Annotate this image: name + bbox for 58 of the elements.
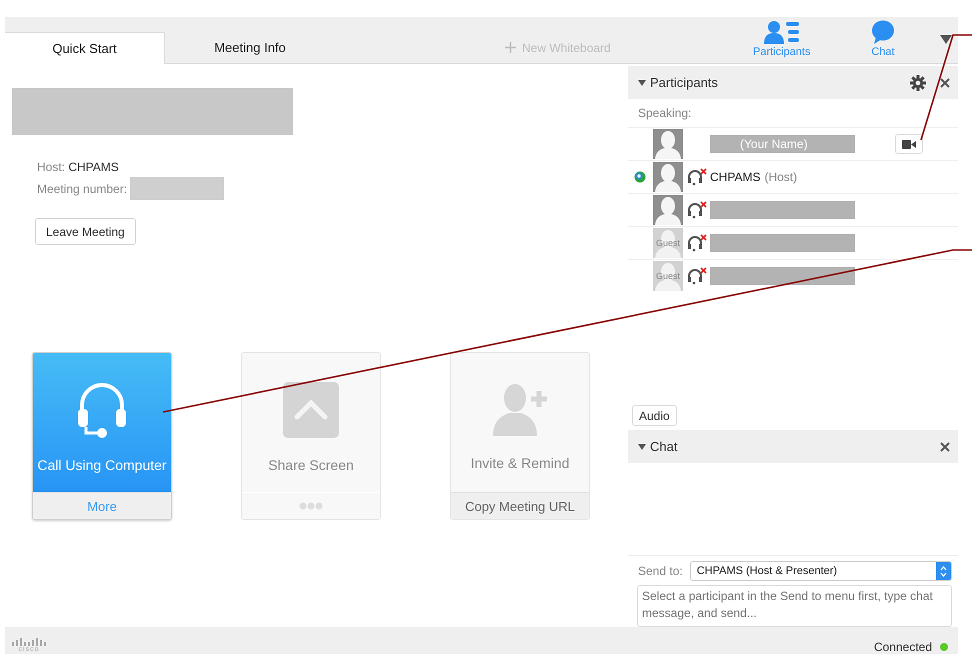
participant-row[interactable] [628, 193, 958, 226]
share-screen-icon [282, 381, 340, 439]
muted-headset-icon[interactable] [687, 234, 707, 252]
stepper-arrows-icon [940, 566, 947, 576]
tab[interactable]: Quick Start [5, 32, 165, 64]
audio-button[interactable]: Audio [632, 405, 677, 426]
video-camera-icon [902, 140, 916, 148]
add-person-icon [491, 381, 549, 437]
plus-icon [505, 42, 516, 53]
more-dots-icon[interactable] [299, 502, 323, 510]
share-tile[interactable]: Share Screen [241, 352, 381, 520]
invite-tile[interactable]: Invite & Remind Copy Meeting URL [450, 352, 590, 520]
avatar-icon [653, 228, 683, 258]
participant-name: CHPAMS [710, 170, 760, 184]
connection-status: Connected [874, 640, 932, 654]
participants-panel-button[interactable]: Participants [753, 20, 810, 58]
headset-icon [76, 381, 128, 439]
dropdown-arrow-icon[interactable] [940, 35, 952, 44]
avatar-icon [653, 261, 683, 291]
participant-row[interactable]: (Your Name) [628, 127, 958, 160]
call-tile[interactable]: Call Using Computer More [32, 352, 172, 520]
panel-title: Chat [650, 439, 678, 454]
send-to-label: Send to: [638, 564, 683, 578]
muted-headset-icon[interactable] [687, 168, 707, 186]
close-icon[interactable] [940, 442, 950, 452]
panel-title: Participants [650, 75, 719, 90]
avatar-icon [653, 162, 683, 192]
participant-name: (Your Name) [740, 137, 808, 151]
tile-label: Invite & Remind [470, 455, 570, 471]
avatar-icon [653, 129, 683, 159]
tile-label: Share Screen [268, 457, 354, 473]
muted-headset-icon[interactable] [687, 267, 707, 285]
host-name: CHPAMS [68, 160, 119, 174]
guest-label: Guest [654, 271, 681, 281]
participant-row[interactable]: Guest [628, 226, 958, 259]
guest-label: Guest [654, 238, 681, 248]
leave-meeting-button[interactable]: Leave Meeting [35, 218, 136, 245]
chat-bubble-icon [871, 20, 895, 44]
chat-panel-button[interactable]: Chat [871, 20, 895, 58]
collapse-icon[interactable] [638, 444, 646, 450]
participant-row[interactable]: Guest [628, 259, 958, 292]
video-button[interactable] [895, 134, 923, 154]
host-label: Host: [37, 160, 66, 174]
tile-label: Call Using Computer [37, 457, 167, 473]
collapse-icon[interactable] [638, 80, 646, 86]
recipient-dropdown[interactable]: CHPAMS (Host & Presenter) [690, 561, 952, 581]
participant-role: (Host) [764, 170, 798, 184]
speaking-label: Speaking: [637, 105, 692, 122]
chat-message-field[interactable]: Select a participant in the Send to menu first, type chat message, and send... [637, 585, 952, 627]
participant-row[interactable]: CHPAMS (Host) [628, 160, 958, 193]
close-icon[interactable] [940, 78, 950, 88]
muted-headset-icon[interactable] [687, 201, 707, 219]
more-link[interactable]: More [87, 498, 117, 514]
meeting-number-label: Meeting number: [37, 180, 128, 198]
tab[interactable]: Meeting Info [165, 32, 335, 63]
avatar-icon [653, 195, 683, 225]
settings-icon[interactable] [910, 74, 926, 90]
participants-icon [764, 20, 800, 44]
